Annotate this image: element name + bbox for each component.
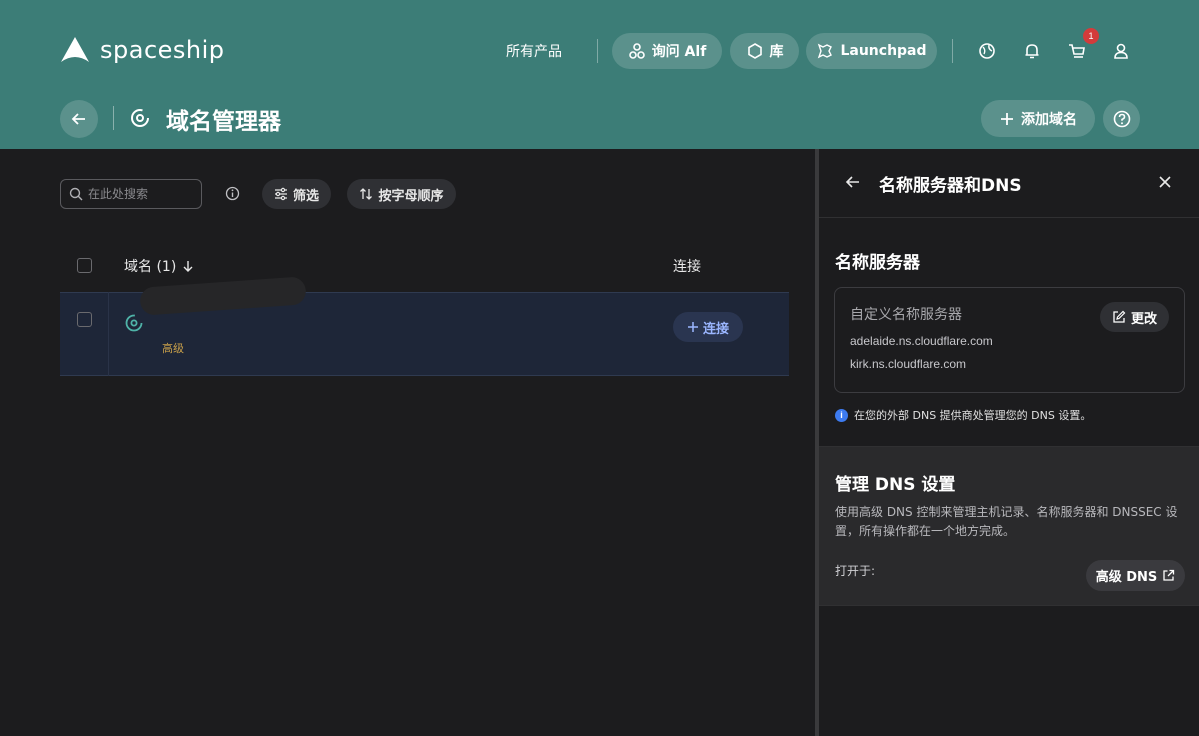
search-icon bbox=[69, 187, 83, 201]
info-dot-icon: i bbox=[835, 408, 848, 422]
row-divider bbox=[108, 292, 109, 376]
launchpad-button[interactable]: Launchpad bbox=[806, 33, 937, 69]
nav-divider bbox=[952, 39, 953, 63]
search-box[interactable] bbox=[60, 179, 202, 209]
domain-tier-label: 高级 bbox=[162, 342, 184, 355]
nameservers-heading: 名称服务器 bbox=[835, 253, 920, 273]
panel-header-divider bbox=[819, 217, 1199, 218]
sort-arrows-icon bbox=[360, 188, 373, 200]
close-icon[interactable] bbox=[1157, 174, 1173, 190]
sort-button[interactable]: 按字母顺序 bbox=[347, 179, 456, 209]
add-domain-button[interactable]: 添加域名 bbox=[981, 100, 1095, 137]
sort-label: 按字母顺序 bbox=[378, 188, 444, 204]
cart-icon[interactable] bbox=[1067, 41, 1087, 61]
cart-count-badge: 1 bbox=[1083, 28, 1099, 44]
row-checkbox[interactable] bbox=[77, 312, 92, 327]
manage-dns-heading: 管理 DNS 设置 bbox=[835, 475, 956, 495]
brand-name: spaceship bbox=[100, 36, 225, 64]
info-icon[interactable] bbox=[225, 186, 240, 201]
edit-nameservers-button[interactable]: 更改 bbox=[1100, 302, 1169, 332]
hexagon-icon bbox=[747, 43, 762, 59]
sliders-icon bbox=[274, 187, 287, 201]
plus-icon bbox=[687, 322, 698, 332]
filter-label: 筛选 bbox=[292, 188, 319, 204]
connect-label: 连接 bbox=[702, 321, 729, 337]
edit-label: 更改 bbox=[1130, 311, 1157, 327]
ask-alf-button[interactable]: 询问 Alf bbox=[612, 33, 722, 69]
question-icon bbox=[1113, 110, 1130, 127]
side-panel bbox=[819, 149, 1199, 736]
arrow-left-icon bbox=[71, 113, 85, 125]
custom-nameservers-label: 自定义名称服务器 bbox=[850, 307, 962, 323]
external-link-icon bbox=[1163, 569, 1175, 581]
select-all-checkbox[interactable] bbox=[77, 258, 92, 273]
manage-dns-description: 使用高级 DNS 控制来管理主机记录、名称服务器和 DNSSEC 设置，所有操作… bbox=[835, 505, 1178, 538]
alf-icon bbox=[628, 43, 645, 59]
library-button[interactable]: 库 bbox=[730, 33, 799, 69]
nameserver-value: adelaide.ns.cloudflare.com bbox=[850, 334, 993, 348]
help-button[interactable] bbox=[1103, 100, 1140, 137]
arrow-down-icon bbox=[183, 261, 193, 272]
advanced-dns-label: 高级 DNS bbox=[1095, 570, 1158, 585]
panel-title: 名称服务器和DNS bbox=[879, 176, 1022, 196]
brand-logo[interactable]: spaceship bbox=[60, 36, 225, 64]
user-icon[interactable] bbox=[1111, 41, 1131, 61]
title-divider bbox=[113, 106, 114, 130]
open-in-label: 打开于: bbox=[835, 564, 876, 578]
add-domain-label: 添加域名 bbox=[1021, 111, 1077, 128]
back-button[interactable] bbox=[60, 100, 98, 138]
launchpad-icon bbox=[818, 43, 833, 59]
external-dns-note-text: 在您的外部 DNS 提供商处管理您的 DNS 设置。 bbox=[854, 409, 1092, 422]
filter-button[interactable]: 筛选 bbox=[262, 179, 331, 209]
nav-all-products[interactable]: 所有产品 bbox=[506, 41, 562, 61]
column-header-connect: 连接 bbox=[673, 259, 701, 275]
ask-alf-label: 询问 Alf bbox=[651, 44, 707, 60]
external-dns-note: i 在您的外部 DNS 提供商处管理您的 DNS 设置。 bbox=[835, 407, 1091, 423]
edit-icon bbox=[1113, 310, 1126, 323]
library-label: 库 bbox=[769, 44, 784, 60]
advanced-dns-button[interactable]: 高级 DNS bbox=[1086, 560, 1185, 591]
nav-divider bbox=[597, 39, 598, 63]
search-input[interactable] bbox=[88, 187, 188, 201]
nameserver-value: kirk.ns.cloudflare.com bbox=[850, 357, 967, 371]
spaceship-logo-icon bbox=[61, 37, 89, 62]
page-title: 域名管理器 bbox=[166, 109, 281, 135]
globe-icon[interactable] bbox=[977, 41, 997, 61]
plus-icon bbox=[1001, 112, 1013, 125]
connect-button[interactable]: 连接 bbox=[673, 312, 743, 342]
bell-icon[interactable] bbox=[1022, 41, 1042, 61]
panel-back-arrow-icon[interactable] bbox=[844, 173, 862, 191]
column-header-domain-label: 域名 (1) bbox=[124, 259, 177, 275]
domain-target-icon bbox=[131, 109, 149, 127]
launchpad-label: Launchpad bbox=[840, 43, 927, 59]
column-header-domain[interactable]: 域名 (1) bbox=[124, 256, 194, 276]
domain-status-icon bbox=[125, 314, 143, 332]
